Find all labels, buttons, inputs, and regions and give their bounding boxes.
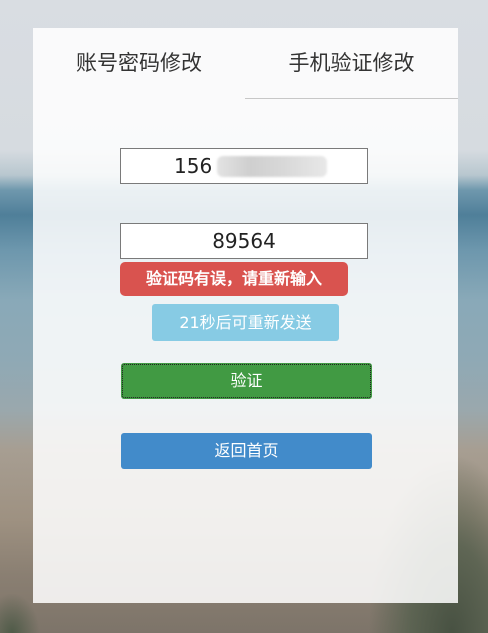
verification-panel: 账号密码修改 手机验证修改 156 89564 验证码有误，请重新输入 21秒后…: [33, 28, 458, 603]
masked-phone-digits: [217, 156, 327, 177]
phone-value: 156: [174, 154, 213, 178]
tab-bar: 账号密码修改 手机验证修改: [33, 28, 458, 99]
error-message: 验证码有误，请重新输入: [120, 262, 348, 296]
resend-button[interactable]: 21秒后可重新发送: [152, 304, 339, 341]
phone-input[interactable]: 156: [120, 148, 368, 184]
tab-account-password[interactable]: 账号密码修改: [33, 28, 245, 98]
tab-phone-verification[interactable]: 手机验证修改: [245, 28, 458, 99]
verification-code-input[interactable]: 89564: [120, 223, 368, 259]
back-home-button[interactable]: 返回首页: [121, 433, 372, 469]
verify-button[interactable]: 验证: [121, 363, 372, 399]
